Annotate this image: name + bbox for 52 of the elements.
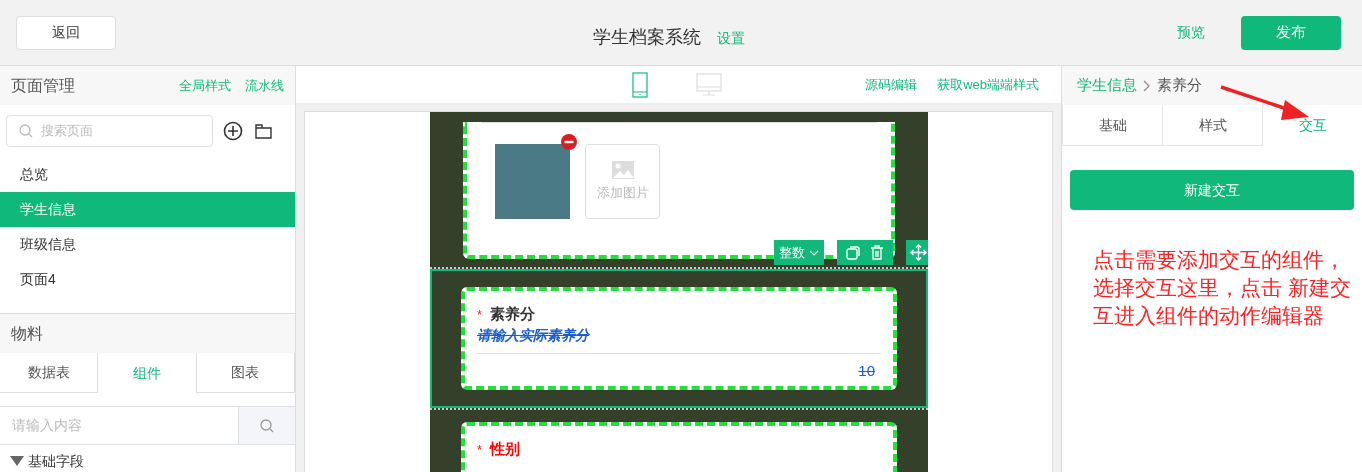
search-button[interactable] xyxy=(238,407,295,444)
search-field[interactable]: 请输入内容 xyxy=(0,407,238,444)
mobile-icon[interactable] xyxy=(632,72,648,98)
preview-link[interactable]: 预览 xyxy=(1177,22,1205,43)
remove-icon[interactable] xyxy=(561,134,577,150)
app-title: 学生档案系统 xyxy=(593,26,701,49)
required-mark: * xyxy=(477,441,483,459)
back-button[interactable]: 返回 xyxy=(16,15,116,50)
publish-button[interactable]: 发布 xyxy=(1241,15,1341,50)
folder-icon[interactable] xyxy=(255,123,272,139)
panel-link[interactable]: 全局样式 xyxy=(179,75,231,96)
new-interaction-button[interactable]: 新建交互 xyxy=(1070,170,1354,210)
chevron-down-icon xyxy=(809,249,819,256)
copy-icon[interactable] xyxy=(846,245,860,260)
inspector-tab[interactable]: 基础 xyxy=(1062,105,1162,146)
breadcrumb-link[interactable]: 学生信息 xyxy=(1077,74,1137,97)
field-value: 10 xyxy=(858,360,875,381)
type-dropdown[interactable]: 整数 xyxy=(774,240,824,265)
material-tab[interactable]: 数据表 xyxy=(0,353,99,393)
move-handle[interactable] xyxy=(906,240,928,265)
panel-title: 物料 xyxy=(11,323,43,344)
field-label: 素养分 xyxy=(490,305,536,323)
annotation-text: 点击需要添加交互的组件，选择交互这里，点击 新建交互进入组件的动作编辑器 xyxy=(1093,247,1352,329)
chevron-right-icon xyxy=(1143,79,1151,92)
add-image-button[interactable]: 添加图片 xyxy=(585,144,660,219)
group-label[interactable]: 基础字段 xyxy=(28,453,84,469)
add-page-icon[interactable] xyxy=(223,121,243,141)
required-mark: * xyxy=(477,306,483,324)
panel-link[interactable]: 流水线 xyxy=(245,75,284,96)
page-item[interactable]: 班级信息 xyxy=(0,227,295,262)
search-icon xyxy=(260,418,274,433)
toolbar-link[interactable]: 获取web端端样式 xyxy=(937,74,1039,95)
settings-link[interactable]: 设置 xyxy=(717,28,745,49)
trash-icon[interactable] xyxy=(870,245,884,260)
search-icon xyxy=(19,124,33,138)
material-tab[interactable]: 图表 xyxy=(196,353,295,393)
caret-icon[interactable] xyxy=(10,456,24,466)
page-item[interactable]: 学生信息 xyxy=(0,192,295,227)
image-icon xyxy=(610,160,635,181)
search-field[interactable]: 搜索页面 xyxy=(6,115,213,147)
page-item[interactable]: 总览 xyxy=(0,157,295,192)
field-placeholder: 请输入实际素养分 xyxy=(477,325,591,345)
form-component[interactable]: * 素养分 请输入实际素养分 10 xyxy=(430,269,928,408)
search-input[interactable]: 搜索页面 xyxy=(41,121,191,141)
add-image-label: 添加图片 xyxy=(596,184,649,203)
inspector-tab[interactable]: 样式 xyxy=(1162,105,1262,146)
field-label: 性别 xyxy=(490,440,521,458)
toolbar-link[interactable]: 源码编辑 xyxy=(865,74,918,95)
panel-title: 页面管理 xyxy=(11,75,75,96)
breadcrumb-current: 素养分 xyxy=(1157,75,1202,96)
page-item[interactable]: 页面4 xyxy=(0,262,295,297)
form-component[interactable]: * 性别 xyxy=(430,408,928,472)
